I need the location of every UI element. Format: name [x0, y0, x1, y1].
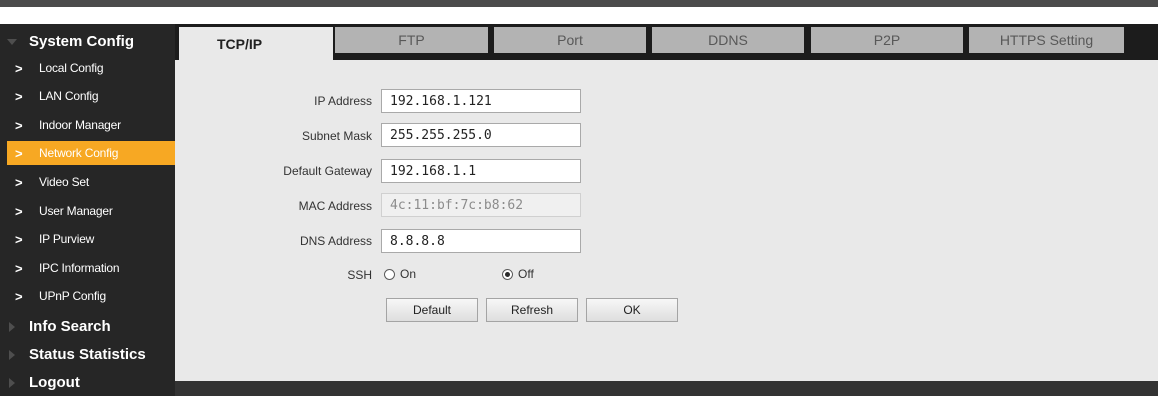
- sidebar-item-indoor-manager[interactable]: > Indoor Manager: [7, 113, 175, 137]
- sidebar-item-lan-config[interactable]: > LAN Config: [7, 84, 175, 108]
- chevron-right-icon: >: [15, 174, 23, 190]
- sidebar-item-upnp-config[interactable]: > UPnP Config: [7, 284, 175, 308]
- sidebar-item-label: Indoor Manager: [39, 118, 121, 132]
- sidebar-item-network-config[interactable]: > Network Config: [7, 141, 175, 165]
- sidebar-item-ipc-information[interactable]: > IPC Information: [7, 256, 175, 280]
- default-gateway-input[interactable]: 192.168.1.1: [381, 159, 581, 183]
- sidebar-item-label: LAN Config: [39, 89, 99, 103]
- chevron-right-icon: >: [15, 260, 23, 276]
- refresh-button[interactable]: Refresh: [486, 298, 578, 322]
- sidebar-item-user-manager[interactable]: > User Manager: [7, 199, 175, 223]
- dns-address-label: DNS Address: [299, 234, 372, 248]
- sidebar-section-label: System Config: [29, 32, 135, 50]
- tab-https-setting[interactable]: HTTPS Setting: [969, 27, 1124, 53]
- tab-p2p[interactable]: P2P: [811, 27, 963, 53]
- sidebar-item-label: Local Config: [39, 61, 104, 75]
- tab-ddns[interactable]: DDNS: [652, 27, 804, 53]
- default-button[interactable]: Default: [386, 298, 478, 322]
- sidebar-item-label: IPC Information: [39, 261, 120, 275]
- default-gateway-label: Default Gateway: [283, 164, 372, 178]
- tab-port[interactable]: Port: [494, 27, 646, 53]
- sidebar-item-label: IP Purview: [39, 232, 95, 246]
- chevron-right-icon: >: [15, 231, 23, 247]
- sidebar-item-label: User Manager: [39, 204, 113, 218]
- chevron-right-icon: >: [15, 117, 23, 133]
- sidebar-item-ip-purview[interactable]: > IP Purview: [7, 227, 175, 251]
- sidebar-item-label: Network Config: [39, 146, 119, 160]
- ssh-on-radio[interactable]: [384, 269, 395, 280]
- triangle-down-icon: [7, 39, 17, 45]
- ssh-label: SSH: [347, 268, 372, 282]
- chevron-right-icon: >: [15, 203, 23, 219]
- top-bar: [0, 0, 1158, 7]
- chevron-right-icon: >: [15, 88, 23, 104]
- sidebar-section-info-search[interactable]: Info Search: [0, 312, 175, 340]
- ip-address-input[interactable]: 192.168.1.121: [381, 89, 581, 113]
- ok-button[interactable]: OK: [586, 298, 678, 322]
- triangle-right-icon: [9, 350, 15, 360]
- tab-bar: TCP/IP FTP Port DDNS P2P HTTPS Setting: [175, 24, 1158, 60]
- bottom-bar: [175, 381, 1158, 396]
- triangle-right-icon: [9, 378, 15, 388]
- sidebar-section-label: Status Statistics: [29, 345, 146, 363]
- mac-address-field: 4c:11:bf:7c:b8:62: [381, 193, 581, 217]
- chevron-right-icon: >: [15, 60, 23, 76]
- sidebar-item-label: Video Set: [39, 175, 90, 189]
- tab-tcp-ip[interactable]: TCP/IP: [179, 27, 333, 60]
- chevron-right-icon: >: [15, 145, 23, 161]
- sidebar: System Config > Local Config > LAN Confi…: [0, 24, 175, 396]
- ssh-off-radio[interactable]: [502, 269, 513, 280]
- tab-ftp[interactable]: FTP: [335, 27, 488, 53]
- mac-address-label: MAC Address: [298, 199, 372, 213]
- sidebar-section-status-statistics[interactable]: Status Statistics: [0, 340, 175, 368]
- subnet-mask-input[interactable]: 255.255.255.0: [381, 123, 581, 147]
- triangle-right-icon: [9, 322, 15, 332]
- sidebar-section-system-config[interactable]: System Config: [0, 27, 175, 55]
- sidebar-item-label: UPnP Config: [39, 289, 106, 303]
- sidebar-section-label: Info Search: [29, 317, 111, 335]
- sidebar-item-local-config[interactable]: > Local Config: [7, 56, 175, 80]
- ssh-on-label: On: [400, 267, 417, 281]
- ip-address-label: IP Address: [314, 94, 372, 108]
- dns-address-input[interactable]: 8.8.8.8: [381, 229, 581, 253]
- subnet-mask-label: Subnet Mask: [301, 129, 372, 143]
- sidebar-item-video-set[interactable]: > Video Set: [7, 170, 175, 194]
- sidebar-section-label: Logout: [29, 373, 80, 391]
- ssh-off-label: Off: [518, 267, 534, 281]
- sidebar-section-logout[interactable]: Logout: [0, 368, 175, 396]
- chevron-right-icon: >: [15, 288, 23, 304]
